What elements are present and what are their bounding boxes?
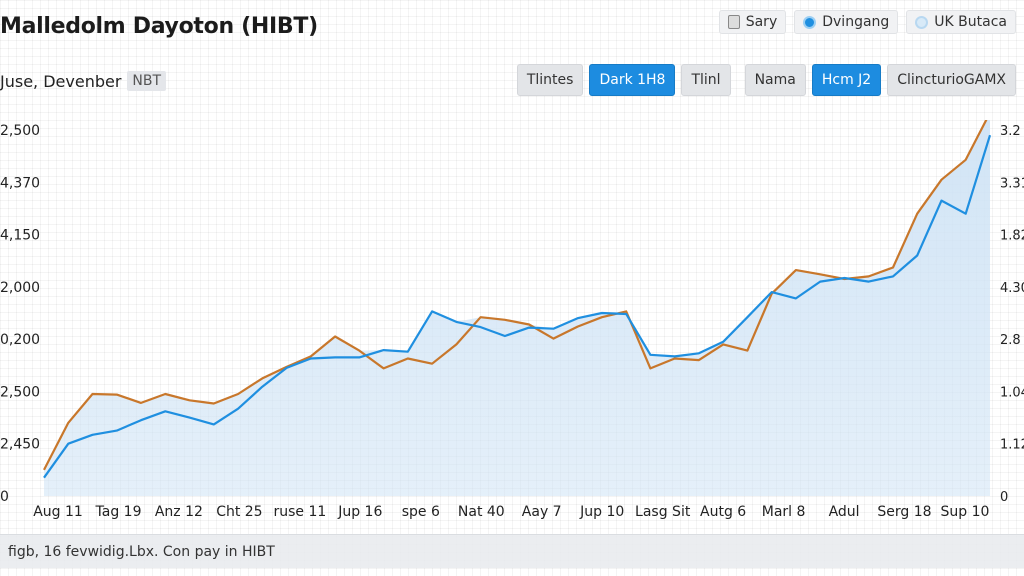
line-chart: 0 2,450 2,500 0,200 2,000 4,150 4,370 2,500 0 1.1… xyxy=(0,120,1024,520)
range-button-tlinl[interactable]: Tlinl xyxy=(681,64,731,96)
x-tick-label: Lasg Sit xyxy=(635,504,691,520)
blue-dot-icon xyxy=(803,15,817,29)
y-tick-label-right: 1.04 xyxy=(1000,385,1024,400)
x-tick-label: Nat 40 xyxy=(458,504,505,520)
x-tick-label: Marl 8 xyxy=(762,504,806,520)
legend-item-dvingang[interactable]: Dvingang xyxy=(794,10,899,34)
y-tick-label-right: 3.2 xyxy=(1000,124,1021,139)
x-tick-label: Cht 25 xyxy=(216,504,262,520)
x-tick-label: Sup 10 xyxy=(941,504,990,520)
y-tick-label-right: 1.12 xyxy=(1000,438,1024,453)
y-tick-label-right: 4.30 xyxy=(1000,281,1024,296)
subtitle-tag: NBT xyxy=(127,71,167,91)
x-tick-label: Tag 19 xyxy=(95,504,142,520)
x-tick-label: Aug 11 xyxy=(33,504,83,520)
x-tick-label: Jup 16 xyxy=(337,504,382,520)
series-area-fill xyxy=(44,120,990,496)
light-dot-icon xyxy=(915,15,929,29)
x-tick-label: spe 6 xyxy=(402,504,440,520)
footer-text: figb, 16 fevwidig.Lbx. Con pay in HIBT xyxy=(8,543,275,560)
y-tick-label-left: 2,500 xyxy=(0,123,40,139)
range-button-nama[interactable]: Nama xyxy=(744,64,806,96)
y-tick-label-left: 4,370 xyxy=(0,175,40,191)
y-tick-label-right: 2.8 xyxy=(1000,333,1021,348)
range-button-dark[interactable]: Dark 1H8 xyxy=(589,64,676,96)
range-button-tlintes[interactable]: Tlintes xyxy=(516,64,584,96)
x-tick-label: Autg 6 xyxy=(700,504,746,520)
legend-label: Dvingang xyxy=(822,14,890,30)
subtitle-text: Juse, Devenber xyxy=(0,71,122,91)
y-tick-label-left: 2,000 xyxy=(0,280,40,296)
document-icon xyxy=(727,15,740,29)
range-button-hcm[interactable]: Hcm J2 xyxy=(811,64,882,96)
y-tick-label-right: 0 xyxy=(1000,490,1008,505)
legend-item-uk-butaca[interactable]: UK Butaca xyxy=(906,10,1016,34)
y-tick-label-left: 2,500 xyxy=(0,384,40,400)
chart-subtitle: Juse, Devenber NBT xyxy=(0,68,167,94)
x-tick-label: Anz 12 xyxy=(155,504,203,520)
legend-label: Sary xyxy=(745,14,778,30)
footer-bar: figb, 16 fevwidig.Lbx. Con pay in HIBT xyxy=(0,534,1024,568)
chart-title: Malledolm Dayoton (HIBT) xyxy=(0,14,318,39)
y-tick-label-left: 0 xyxy=(0,489,9,505)
x-tick-label: Serg 18 xyxy=(877,504,931,520)
legend: Sary Dvingang UK Butaca xyxy=(718,10,1016,34)
x-tick-label: Aay 7 xyxy=(522,504,562,520)
x-tick-label: ruse 11 xyxy=(273,504,326,520)
x-tick-label: Jup 10 xyxy=(579,504,624,520)
range-button-clincturio[interactable]: ClincturioGAMX xyxy=(887,64,1016,96)
range-toolbar: Tlintes Dark 1H8 Tlinl Nama Hcm J2 Clinc… xyxy=(516,64,1016,96)
x-tick-label: Adul xyxy=(829,504,860,520)
legend-label: UK Butaca xyxy=(934,14,1007,30)
y-tick-label-left: 2,450 xyxy=(0,437,40,453)
y-tick-label-right: 1.82 xyxy=(1000,229,1024,244)
y-tick-label-right: 3.31 xyxy=(1000,176,1024,191)
legend-item-sary[interactable]: Sary xyxy=(718,10,787,34)
y-tick-label-left: 0,200 xyxy=(0,332,40,348)
y-tick-label-left: 4,150 xyxy=(0,228,40,244)
